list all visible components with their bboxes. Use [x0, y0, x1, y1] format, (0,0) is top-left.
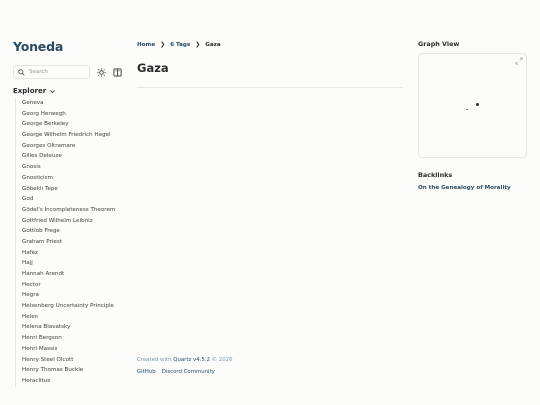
explorer-item[interactable]: Heraclitus	[22, 376, 131, 387]
explorer-item[interactable]: Hector	[22, 280, 131, 291]
reader-mode-button[interactable]	[112, 67, 122, 77]
toolbar: Search	[13, 65, 131, 79]
discord-link[interactable]: Discord Community	[162, 369, 215, 375]
explorer-item[interactable]: George Wilhelm Friedrich Hegel	[22, 130, 131, 141]
footer-credit: Created with Quartz v4.5.2 © 2026	[137, 357, 233, 363]
breadcrumb: Home ❯ 6 Tags ❯ Gaza	[137, 41, 405, 48]
search-input[interactable]: Search	[13, 65, 90, 79]
explorer-item[interactable]: Georges Oltramare	[22, 141, 131, 152]
backlinks-section: Backlinks On the Genealogy of Morality	[418, 171, 527, 191]
explorer-toggle[interactable]: Explorer	[13, 87, 131, 95]
breadcrumb-current: Gaza	[205, 41, 221, 48]
explorer-item[interactable]: Hajj	[22, 258, 131, 269]
explorer-item[interactable]: Gottlob Frege	[22, 226, 131, 237]
chevron-right-icon: ❯	[195, 41, 201, 48]
explorer-item[interactable]: God	[22, 194, 131, 205]
explorer-item[interactable]: Hannah Arendt	[22, 269, 131, 280]
github-link[interactable]: GitHub	[137, 369, 156, 375]
sun-icon	[96, 67, 106, 77]
explorer-item[interactable]: Gnosis	[22, 162, 131, 173]
footer: Created with Quartz v4.5.2 © 2026 GitHub…	[137, 357, 233, 375]
graph-node-current[interactable]	[476, 103, 479, 106]
backlinks-title: Backlinks	[418, 171, 453, 179]
explorer-item[interactable]: Graham Priest	[22, 237, 131, 248]
explorer-item[interactable]: Geneva	[22, 98, 131, 109]
main-content: Home ❯ 6 Tags ❯ Gaza Gaza Created with Q…	[137, 41, 405, 391]
explorer-item[interactable]: Helen	[22, 312, 131, 323]
explorer-item[interactable]: Gilles Deleuze	[22, 151, 131, 162]
divider	[137, 87, 403, 88]
explorer-item[interactable]: Helena Blavatsky	[22, 322, 131, 333]
footer-created-text: Created with	[137, 357, 172, 363]
search-placeholder: Search	[29, 69, 48, 75]
graph-view[interactable]	[418, 53, 527, 158]
breadcrumb-home[interactable]: Home	[137, 42, 155, 48]
explorer-item[interactable]: Henry Steel Olcott	[22, 355, 131, 366]
graph-node[interactable]	[466, 109, 468, 110]
left-sidebar: Yoneda Search Explorer Geneva Georg Herw…	[13, 39, 131, 387]
explorer-item[interactable]: Gottfried Wilhelm Leibniz	[22, 216, 131, 227]
explorer-item[interactable]: Henry Thomas Buckle	[22, 365, 131, 376]
explorer-list: Geneva Georg Herwegh George Berkeley Geo…	[15, 98, 131, 387]
breadcrumb-tags[interactable]: 6 Tags	[170, 42, 190, 48]
backlink-item[interactable]: On the Genealogy of Morality	[418, 185, 527, 191]
search-icon	[18, 68, 25, 76]
expand-icon[interactable]	[515, 57, 523, 65]
explorer-item[interactable]: Gödel's Incompleteness Theorem	[22, 205, 131, 216]
book-icon	[112, 67, 122, 77]
chevron-right-icon: ❯	[160, 41, 166, 48]
explorer-item[interactable]: Henri Bergson	[22, 333, 131, 344]
page-title: Gaza	[137, 61, 169, 75]
site-title[interactable]: Yoneda	[13, 39, 131, 54]
explorer-title: Explorer	[13, 87, 47, 95]
footer-copyright: © 2026	[211, 357, 233, 363]
theme-toggle-button[interactable]	[96, 67, 106, 77]
graph-view-title: Graph View	[418, 40, 460, 48]
explorer-item[interactable]: George Berkeley	[22, 119, 131, 130]
explorer-item[interactable]: Henri Massis	[22, 344, 131, 355]
right-sidebar: Graph View Backlinks On the Genealogy of…	[418, 40, 527, 191]
footer-links: GitHub Discord Community	[137, 369, 233, 375]
chevron-down-icon	[50, 89, 56, 93]
quartz-link[interactable]: Quartz v4.5.2	[173, 357, 210, 363]
explorer-item[interactable]: Göbekli Tepe	[22, 184, 131, 195]
explorer-item[interactable]: Gnosticism	[22, 173, 131, 184]
explorer-item[interactable]: Heisenberg Uncertainty Principle	[22, 301, 131, 312]
explorer-item[interactable]: Hafez	[22, 248, 131, 259]
explorer-item[interactable]: Georg Herwegh	[22, 109, 131, 120]
explorer-item[interactable]: Hegra	[22, 290, 131, 301]
